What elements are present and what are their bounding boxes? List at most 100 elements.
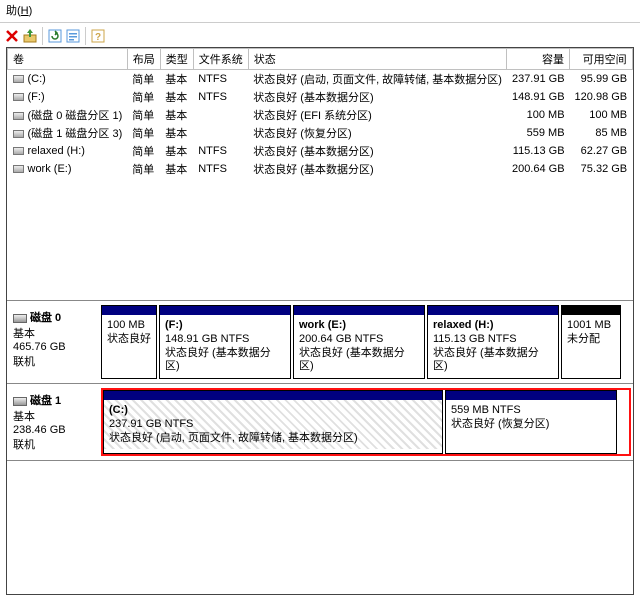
- partition[interactable]: relaxed (H:)115.13 GB NTFS状态良好 (基本数据分区): [427, 305, 559, 379]
- partition-size: 559 MB NTFS: [451, 404, 611, 418]
- volume-icon: [13, 75, 24, 83]
- help-icon[interactable]: ?: [90, 28, 106, 44]
- volume-header-row[interactable]: 卷 布局 类型 文件系统 状态 容量 可用空间 % 可用: [8, 49, 634, 70]
- disk-state: 联机: [13, 353, 97, 369]
- vol-layout: 简单: [127, 106, 160, 124]
- disk-label[interactable]: 磁盘 0基本465.76 GB联机: [9, 305, 101, 379]
- partition-status: 状态良好 (启动, 页面文件, 故障转储, 基本数据分区): [109, 432, 437, 446]
- vol-layout: 简单: [127, 88, 160, 106]
- vol-pct: 100 %: [632, 106, 633, 124]
- table-row[interactable]: (F:)简单基本NTFS状态良好 (基本数据分区)148.91 GB120.98…: [8, 88, 634, 106]
- col-capacity[interactable]: 容量: [507, 49, 570, 70]
- partition-bar: [104, 391, 442, 400]
- vol-pct: 15 %: [632, 124, 633, 142]
- partition[interactable]: (C:)237.91 GB NTFS状态良好 (启动, 页面文件, 故障转储, …: [103, 390, 443, 454]
- partition-status: 状态良好 (基本数据分区): [433, 347, 553, 375]
- partition-size: 1001 MB: [567, 319, 615, 333]
- vol-type: 基本: [160, 106, 193, 124]
- vol-free: 95.99 GB: [570, 70, 633, 89]
- volume-icon: [13, 93, 24, 101]
- vol-status: 状态良好 (基本数据分区): [248, 142, 507, 160]
- col-type[interactable]: 类型: [160, 49, 193, 70]
- col-layout[interactable]: 布局: [127, 49, 160, 70]
- vol-status: 状态良好 (启动, 页面文件, 故障转储, 基本数据分区): [248, 70, 507, 89]
- volume-list-pane[interactable]: 卷 布局 类型 文件系统 状态 容量 可用空间 % 可用 (C:)简单基本NTF…: [7, 48, 633, 300]
- volume-icon: [13, 147, 24, 155]
- volume-icon: [13, 130, 24, 138]
- col-fs[interactable]: 文件系统: [193, 49, 248, 70]
- partition-status: 状态良好: [107, 333, 151, 347]
- partition[interactable]: work (E:)200.64 GB NTFS状态良好 (基本数据分区): [293, 305, 425, 379]
- vol-name: (磁盘 0 磁盘分区 1): [8, 106, 128, 124]
- disk-state: 联机: [13, 436, 97, 452]
- disk-type: 基本: [13, 408, 97, 424]
- vol-capacity: 237.91 GB: [507, 70, 570, 89]
- col-free[interactable]: 可用空间: [570, 49, 633, 70]
- vol-fs: NTFS: [193, 70, 248, 89]
- menu-help[interactable]: 助(H): [6, 5, 32, 17]
- vol-fs: NTFS: [193, 142, 248, 160]
- vol-capacity: 559 MB: [507, 124, 570, 142]
- svg-text:?: ?: [95, 32, 101, 43]
- disk-type: 基本: [13, 325, 97, 341]
- disk-name: 磁盘 1: [30, 395, 61, 407]
- refresh-icon[interactable]: [47, 28, 63, 44]
- vol-pct: 40 %: [632, 70, 633, 89]
- disk-map-pane[interactable]: 磁盘 0基本465.76 GB联机100 MB状态良好(F:)148.91 GB…: [7, 300, 633, 461]
- toolbar: ?: [0, 25, 640, 47]
- partition-map: (C:)237.91 GB NTFS状态良好 (启动, 页面文件, 故障转储, …: [101, 388, 631, 456]
- partition-body: work (E:)200.64 GB NTFS状态良好 (基本数据分区): [294, 315, 424, 378]
- vol-capacity: 100 MB: [507, 106, 570, 124]
- disk-name: 磁盘 0: [30, 312, 61, 324]
- vol-type: 基本: [160, 142, 193, 160]
- vol-capacity: 115.13 GB: [507, 142, 570, 160]
- partition-body: 100 MB状态良好: [102, 315, 156, 351]
- partition-size: 115.13 GB NTFS: [433, 333, 553, 347]
- partition[interactable]: (F:)148.91 GB NTFS状态良好 (基本数据分区): [159, 305, 291, 379]
- partition-map: 100 MB状态良好(F:)148.91 GB NTFS状态良好 (基本数据分区…: [101, 305, 631, 379]
- table-row[interactable]: work (E:)简单基本NTFS状态良好 (基本数据分区)200.64 GB7…: [8, 160, 634, 178]
- vol-free: 75.32 GB: [570, 160, 633, 178]
- table-row[interactable]: (磁盘 0 磁盘分区 1)简单基本状态良好 (EFI 系统分区)100 MB10…: [8, 106, 634, 124]
- vol-pct: 54 %: [632, 142, 633, 160]
- col-pctfree[interactable]: % 可用: [632, 49, 633, 70]
- disk-icon: [13, 397, 27, 406]
- partition-bar: [294, 306, 424, 315]
- disk-row: 磁盘 1基本238.46 GB联机(C:)237.91 GB NTFS状态良好 …: [7, 384, 633, 461]
- vol-pct: 81 %: [632, 88, 633, 106]
- partition-status: 状态良好 (基本数据分区): [299, 347, 419, 375]
- partition-bar: [102, 306, 156, 315]
- table-row[interactable]: (C:)简单基本NTFS状态良好 (启动, 页面文件, 故障转储, 基本数据分区…: [8, 70, 634, 89]
- vol-status: 状态良好 (恢复分区): [248, 124, 507, 142]
- disk-label[interactable]: 磁盘 1基本238.46 GB联机: [9, 388, 101, 456]
- partition-size: 100 MB: [107, 319, 151, 333]
- disk-size: 238.46 GB: [13, 424, 97, 436]
- vol-fs: [193, 124, 248, 142]
- vol-fs: NTFS: [193, 88, 248, 106]
- vol-layout: 简单: [127, 70, 160, 89]
- upload-icon[interactable]: [22, 28, 38, 44]
- col-status[interactable]: 状态: [248, 49, 507, 70]
- col-volume[interactable]: 卷: [8, 49, 128, 70]
- partition[interactable]: 100 MB状态良好: [101, 305, 157, 379]
- table-row[interactable]: (磁盘 1 磁盘分区 3)简单基本状态良好 (恢复分区)559 MB85 MB1…: [8, 124, 634, 142]
- volume-icon: [13, 112, 24, 120]
- partition-title: work (E:): [299, 319, 419, 333]
- partition-bar: [160, 306, 290, 315]
- partition-status: 状态良好 (基本数据分区): [165, 347, 285, 375]
- vol-fs: [193, 106, 248, 124]
- vol-capacity: 148.91 GB: [507, 88, 570, 106]
- properties-icon[interactable]: [65, 28, 81, 44]
- vol-layout: 简单: [127, 124, 160, 142]
- disk-size: 465.76 GB: [13, 341, 97, 353]
- partition-size: 148.91 GB NTFS: [165, 333, 285, 347]
- vol-name: relaxed (H:): [8, 142, 128, 160]
- partition-title: (C:): [109, 404, 437, 418]
- vol-type: 基本: [160, 124, 193, 142]
- vol-type: 基本: [160, 160, 193, 178]
- partition[interactable]: 1001 MB未分配: [561, 305, 621, 379]
- partition[interactable]: 559 MB NTFS状态良好 (恢复分区): [445, 390, 617, 454]
- table-row[interactable]: relaxed (H:)简单基本NTFS状态良好 (基本数据分区)115.13 …: [8, 142, 634, 160]
- delete-icon[interactable]: [4, 28, 20, 44]
- vol-name: (C:): [8, 70, 128, 89]
